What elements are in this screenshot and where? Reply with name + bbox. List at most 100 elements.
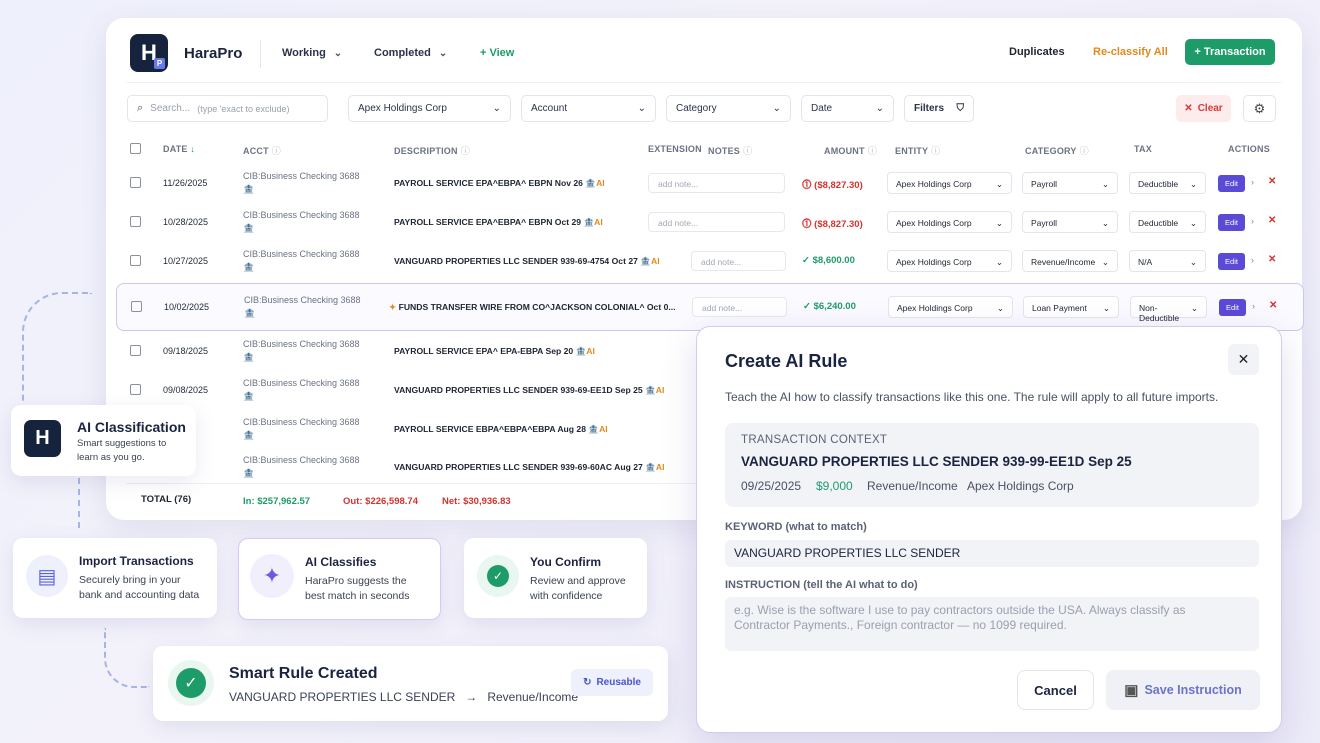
tax-select[interactable]: Deductible ⌄ [1129,172,1206,194]
col-amount[interactable]: AMOUNT ⓘ [824,144,877,157]
arrow-down-icon: ↓ [190,144,196,154]
col-entity[interactable]: ENTITY ⓘ [895,144,940,157]
note-input[interactable]: add note... [648,173,785,193]
close-button[interactable]: ✕ [1228,344,1259,375]
account-filter[interactable]: Account ⌄ [521,95,656,122]
tax-select[interactable]: N/A ⌄ [1129,250,1206,272]
info-icon: ⓘ [867,146,877,156]
classify-step-card: ✦ AI Classifies HaraPro suggests the best… [238,538,441,620]
col-actions: ACTIONS [1228,144,1270,154]
save-icon: ▣ [1124,682,1139,699]
check-circle-icon: ✓ [477,555,519,597]
entity-filter[interactable]: Apex Holdings Corp ⌄ [348,95,511,122]
reclassify-all-button[interactable]: Re-classify All [1093,46,1168,58]
working-dropdown[interactable]: Working ⌄ [282,47,342,59]
tax-select[interactable]: Deductible ⌄ [1129,211,1206,233]
chevron-down-icon: ⌄ [333,48,343,59]
add-transaction-button[interactable]: + Transaction [1185,39,1275,65]
col-tax[interactable]: TAX [1134,144,1152,154]
harapro-logo: H [24,420,61,457]
instruction-textarea[interactable]: e.g. Wise is the software I use to pay c… [725,597,1259,651]
col-extension[interactable]: EXTENSION [648,144,702,154]
col-notes[interactable]: NOTES ⓘ [708,144,752,157]
tax-select[interactable]: Non-Deductible ⌄ [1130,296,1207,323]
search-input[interactable]: ⌕ Search... (type 'exact to exclude) [127,95,328,122]
gear-icon: ⚙ [1253,100,1266,116]
entity-select[interactable]: Apex Holdings Corp ⌄ [888,296,1013,318]
table-row[interactable]: 11/26/2025 CIB:Business Checking 3688 🏦 P… [120,164,1288,203]
sparkle-icon: ✦ [389,302,397,312]
check-circle-icon: ✓ [168,660,214,706]
table-row[interactable]: 10/28/2025 CIB:Business Checking 3688 🏦 P… [120,203,1288,242]
chevron-right-icon[interactable]: › [1251,255,1254,265]
col-category[interactable]: CATEGORY ⓘ [1025,144,1089,157]
filters-button[interactable]: Filters ⛉ [904,95,974,122]
check-circle-icon: ✓ [802,255,810,266]
chevron-down-icon: ⌄ [492,103,501,114]
clear-filters-button[interactable]: ✕ Clear [1176,95,1231,122]
brand-name: HaraPro [184,45,243,62]
cancel-button[interactable]: Cancel [1017,670,1094,710]
category-select[interactable]: Payroll ⌄ [1022,172,1118,194]
category-filter[interactable]: Category ⌄ [666,95,791,122]
document-icon: ▤ [26,555,68,597]
category-select[interactable]: Revenue/Income ⌄ [1022,250,1118,272]
close-icon: ✕ [1237,351,1250,367]
chevron-right-icon[interactable]: › [1251,216,1254,226]
divider [126,82,1282,83]
chevron-right-icon[interactable]: › [1251,177,1254,187]
modal-subtitle: Teach the AI how to classify transaction… [725,390,1219,404]
refresh-icon: ↻ [583,677,592,688]
close-icon: ✕ [1184,103,1193,114]
col-date[interactable]: DATE ↓ [163,144,195,154]
chevron-down-icon: ⌄ [438,48,448,59]
delete-icon[interactable]: ✕ [1268,254,1276,265]
completed-dropdown[interactable]: Completed ⌄ [374,47,447,59]
create-ai-rule-modal: Create AI Rule ✕ Teach the AI how to cla… [696,326,1282,733]
smart-rule-card: ✓ Smart Rule Created VANGUARD PROPERTIES… [153,646,668,721]
chevron-down-icon: ⌄ [637,103,646,114]
delete-icon[interactable]: ✕ [1268,215,1276,226]
flow-connector [104,628,150,688]
add-view-button[interactable]: + View [480,47,514,59]
total-count: TOTAL (76) [141,494,192,505]
edit-button[interactable]: Edit [1219,299,1246,316]
keyword-label: KEYWORD (what to match) [725,521,867,533]
date-filter[interactable]: Date ⌄ [801,95,894,122]
note-input[interactable]: add note... [648,212,785,232]
edit-button[interactable]: Edit [1218,214,1245,231]
harapro-logo: HP [130,34,168,72]
alert-icon: ⓵ [802,219,812,230]
check-circle-icon: ✓ [803,301,811,312]
col-description[interactable]: DESCRIPTION ⓘ [394,144,470,157]
keyword-input[interactable]: VANGUARD PROPERTIES LLC SENDER [725,540,1259,567]
col-acct[interactable]: ACCT ⓘ [243,144,281,157]
select-all-checkbox[interactable] [130,143,141,154]
entity-select[interactable]: Apex Holdings Corp ⌄ [887,250,1012,272]
table-row-selected[interactable]: 10/02/2025 CIB:Business Checking 3688 🏦 ✦… [116,283,1304,331]
total-out: Out: $226,598.74 [343,496,418,507]
delete-icon[interactable]: ✕ [1268,176,1276,187]
save-instruction-button[interactable]: ▣ Save Instruction [1106,670,1260,710]
chevron-down-icon: ⌄ [875,103,884,114]
info-icon: ⓘ [743,146,753,156]
delete-icon[interactable]: ✕ [1269,300,1277,311]
reusable-badge: ↻ Reusable [571,669,653,696]
edit-button[interactable]: Edit [1218,175,1245,192]
info-icon: ⓘ [271,146,281,156]
category-select[interactable]: Payroll ⌄ [1022,211,1118,233]
note-input[interactable]: add note... [691,251,786,271]
table-row[interactable]: 10/27/2025 CIB:Business Checking 3688 🏦 V… [120,242,1288,281]
edit-button[interactable]: Edit [1218,253,1245,270]
duplicates-button[interactable]: Duplicates [1009,46,1065,58]
chevron-right-icon[interactable]: › [1252,301,1255,311]
total-in: In: $257,962.57 [243,496,311,507]
entity-select[interactable]: Apex Holdings Corp ⌄ [887,172,1012,194]
transaction-context: TRANSACTION CONTEXT VANGUARD PROPERTIES … [725,423,1259,507]
settings-button[interactable]: ⚙ [1243,95,1276,122]
note-input[interactable]: add note... [692,297,787,317]
flow-connector [78,478,80,528]
entity-select[interactable]: Apex Holdings Corp ⌄ [887,211,1012,233]
category-select[interactable]: Loan Payment ⌄ [1023,296,1119,318]
flow-connector [22,292,92,402]
